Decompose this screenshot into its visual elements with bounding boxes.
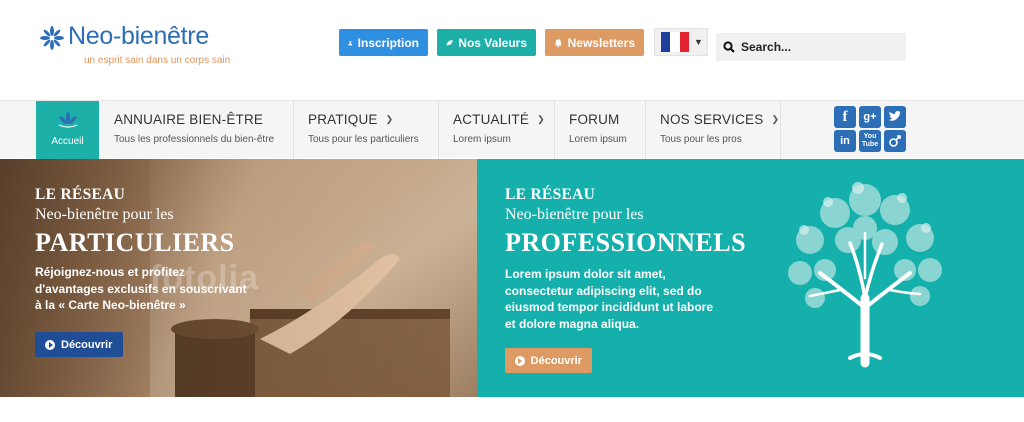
nav-item-subtitle: Tous pour les particuliers bbox=[308, 134, 419, 145]
arrow-circle-icon bbox=[45, 339, 55, 350]
banner-right-headline: PROFESSIONNELS bbox=[505, 228, 747, 257]
nav-item-subtitle: Lorem ipsum bbox=[569, 134, 627, 145]
nav-item-subtitle: Tous pour les pros bbox=[660, 134, 742, 145]
nav-home[interactable]: Accueil bbox=[36, 101, 99, 159]
search-input[interactable] bbox=[741, 40, 891, 54]
banner-right-eyebrow: LE RÉSEAU bbox=[505, 186, 596, 203]
text-line: Lorem ipsum dolor sit amet, bbox=[505, 267, 666, 281]
linkedin-icon[interactable]: in bbox=[834, 130, 856, 152]
chevron-down-icon: ▼ bbox=[694, 37, 703, 47]
logo-tagline: un esprit sain dans un corps sain bbox=[84, 55, 231, 66]
banner-right-subheading: Neo-bienêtre pour les bbox=[505, 206, 644, 223]
text-line: à la « Carte Neo-bienêtre » bbox=[35, 298, 186, 312]
nav-item-subtitle: Tous les professionnels du bien-être bbox=[114, 134, 275, 145]
decouvrir-particuliers-button[interactable]: Découvrir bbox=[35, 332, 123, 357]
site-logo[interactable]: Neo-bienêtre un esprit sain dans un corp… bbox=[40, 22, 230, 72]
banner-left-eyebrow: LE RÉSEAU bbox=[35, 186, 126, 203]
people-tree-illustration bbox=[788, 182, 942, 368]
text-line: eiusmod tempor incididunt ut labore bbox=[505, 300, 714, 314]
myspace-icon[interactable] bbox=[884, 130, 906, 152]
text-line: d'avantages exclusifs en souscrivant bbox=[35, 281, 247, 296]
text-line: Réjoignez-nous et profitez bbox=[35, 265, 185, 279]
nav-item-subtitle: Lorem ipsum bbox=[453, 134, 511, 145]
nav-item-forum[interactable]: FORUM Lorem ipsum bbox=[555, 101, 646, 159]
cta-label: Découvrir bbox=[530, 354, 582, 367]
nav-item-title: PRATIQUE bbox=[308, 112, 378, 127]
nav-home-label: Accueil bbox=[51, 136, 84, 147]
decouvrir-professionnels-button[interactable]: Découvrir bbox=[505, 348, 592, 373]
banner-right-text: Lorem ipsum dolor sit amet, consectetur … bbox=[505, 266, 713, 332]
youtube-icon[interactable]: You Tube bbox=[859, 130, 881, 152]
facebook-icon[interactable]: f bbox=[834, 106, 856, 128]
header: Neo-bienêtre un esprit sain dans un corp… bbox=[0, 0, 1024, 100]
nav-item-title: FORUM bbox=[569, 112, 620, 127]
leaf-icon bbox=[446, 39, 453, 46]
text-line: consectetur adipiscing elit, sed do bbox=[505, 283, 702, 298]
french-flag-icon bbox=[661, 32, 689, 52]
social-links: f g+ in You Tube bbox=[834, 106, 906, 154]
chevron-down-icon: ❯ bbox=[385, 114, 394, 124]
newsletters-label: Newsletters bbox=[567, 35, 635, 50]
inscription-label: Inscription bbox=[357, 35, 419, 50]
banner-left-headline: PARTICULIERS bbox=[35, 228, 235, 257]
newsletters-button[interactable]: Newsletters bbox=[545, 29, 644, 56]
cta-label: Découvrir bbox=[61, 338, 113, 351]
nav-item-annuaire[interactable]: ANNUAIRE BIEN-ÊTRE Tous les professionne… bbox=[100, 101, 294, 159]
search-icon bbox=[723, 41, 735, 53]
nav-item-title: ACTUALITÉ bbox=[453, 112, 530, 127]
logo-star-icon bbox=[40, 26, 64, 50]
chevron-down-icon: ❯ bbox=[537, 114, 545, 124]
inscription-button[interactable]: Inscription bbox=[339, 29, 428, 56]
banner-left-text: Réjoignez-nous et profitez d'avantages e… bbox=[35, 264, 247, 314]
twitter-icon[interactable] bbox=[884, 106, 906, 128]
language-selector[interactable]: ▼ bbox=[654, 28, 708, 56]
arrow-circle-icon bbox=[515, 355, 525, 366]
bell-icon bbox=[554, 38, 562, 47]
logo-name: Neo-bienêtre bbox=[68, 22, 209, 50]
valeurs-button[interactable]: Nos Valeurs bbox=[437, 29, 536, 56]
search-box[interactable] bbox=[716, 33, 906, 61]
nav-item-pratique[interactable]: PRATIQUE ❯ Tous pour les particuliers bbox=[294, 101, 439, 159]
lotus-icon bbox=[58, 112, 77, 128]
nav-item-services[interactable]: NOS SERVICES ❯ Tous pour les pros bbox=[646, 101, 781, 159]
user-icon bbox=[348, 40, 353, 45]
text-line: et dolore magna aliqua. bbox=[505, 316, 640, 331]
nav-item-title: ANNUAIRE BIEN-ÊTRE bbox=[114, 112, 264, 127]
nav-item-title: NOS SERVICES bbox=[660, 112, 764, 127]
valeurs-label: Nos Valeurs bbox=[458, 35, 527, 50]
google-plus-icon[interactable]: g+ bbox=[859, 106, 881, 128]
chevron-down-icon: ❯ bbox=[771, 114, 780, 124]
banner-left-subheading: Neo-bienêtre pour les bbox=[35, 206, 174, 223]
nav-item-actualite[interactable]: ACTUALITÉ ❯ Lorem ipsum bbox=[439, 101, 555, 159]
